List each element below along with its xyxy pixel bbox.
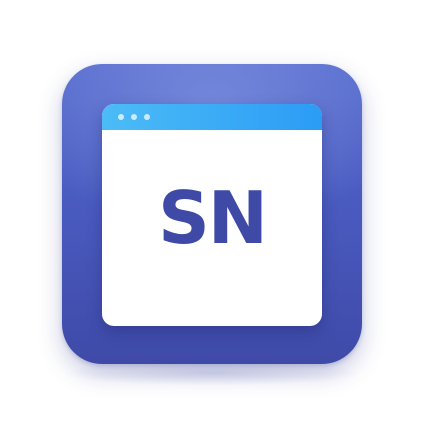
app-monogram: SN: [157, 176, 268, 260]
window-dot-icon: [131, 114, 137, 120]
window-titlebar: [102, 104, 322, 130]
icon-shadow: [62, 360, 362, 386]
window-dot-icon: [118, 114, 124, 120]
app-icon[interactable]: SN: [62, 64, 362, 386]
window-dot-icon: [144, 114, 150, 120]
browser-window-icon: SN: [102, 104, 322, 326]
